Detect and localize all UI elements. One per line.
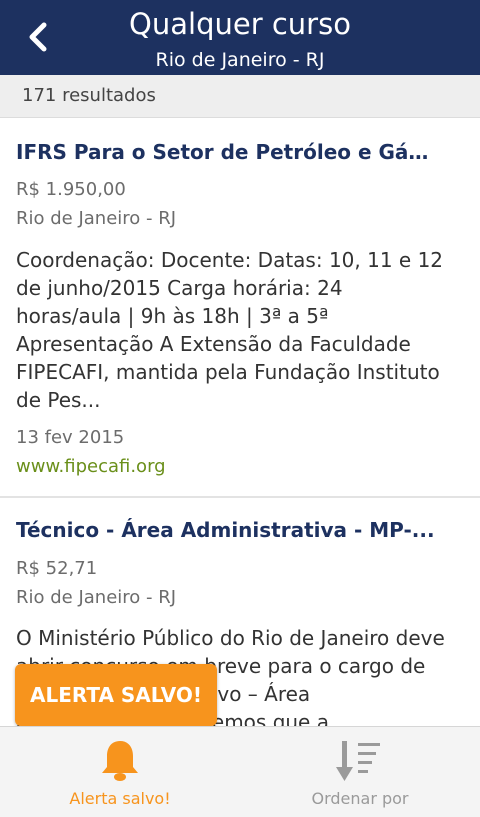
page-subtitle: Rio de Janeiro - RJ	[155, 49, 325, 71]
results-bar: 171 resultados	[0, 75, 480, 118]
app-header: Qualquer curso Rio de Janeiro - RJ	[0, 0, 480, 75]
back-button[interactable]	[22, 20, 56, 54]
course-card[interactable]: IFRS Para o Setor de Petróleo e Gás ... …	[0, 118, 480, 498]
alert-saved-button[interactable]: Alerta salvo!	[0, 727, 240, 817]
course-date: 13 fev 2015	[16, 427, 125, 448]
course-list[interactable]: IFRS Para o Setor de Petróleo e Gás ... …	[0, 118, 480, 726]
course-title[interactable]: IFRS Para o Setor de Petróleo e Gás ...	[16, 140, 436, 164]
page-title: Qualquer curso	[129, 7, 351, 41]
course-price: R$ 52,71	[16, 558, 98, 579]
sort-icon	[336, 741, 380, 781]
course-location: Rio de Janeiro - RJ	[16, 587, 177, 608]
course-description: Coordenação: Docente: Datas: 10, 11 e 12…	[16, 248, 444, 412]
bottom-action-bar: Alerta salvo! Ordenar por	[0, 726, 480, 817]
course-price: R$ 1.950,00	[16, 179, 126, 200]
chevron-left-icon	[29, 22, 47, 52]
sort-by-button[interactable]: Ordenar por	[240, 727, 480, 817]
alert-saved-label: Alerta salvo!	[69, 789, 171, 808]
course-site-link[interactable]: www.fipecafi.org	[16, 456, 166, 477]
course-location: Rio de Janeiro - RJ	[16, 208, 177, 229]
course-title[interactable]: Técnico - Área Administrativa - MP-...	[16, 518, 436, 542]
bell-icon	[102, 741, 138, 781]
alert-saved-toast: ALERTA SALVO!	[15, 664, 217, 726]
sort-by-label: Ordenar por	[311, 789, 409, 808]
results-count: 171 resultados	[22, 85, 156, 106]
